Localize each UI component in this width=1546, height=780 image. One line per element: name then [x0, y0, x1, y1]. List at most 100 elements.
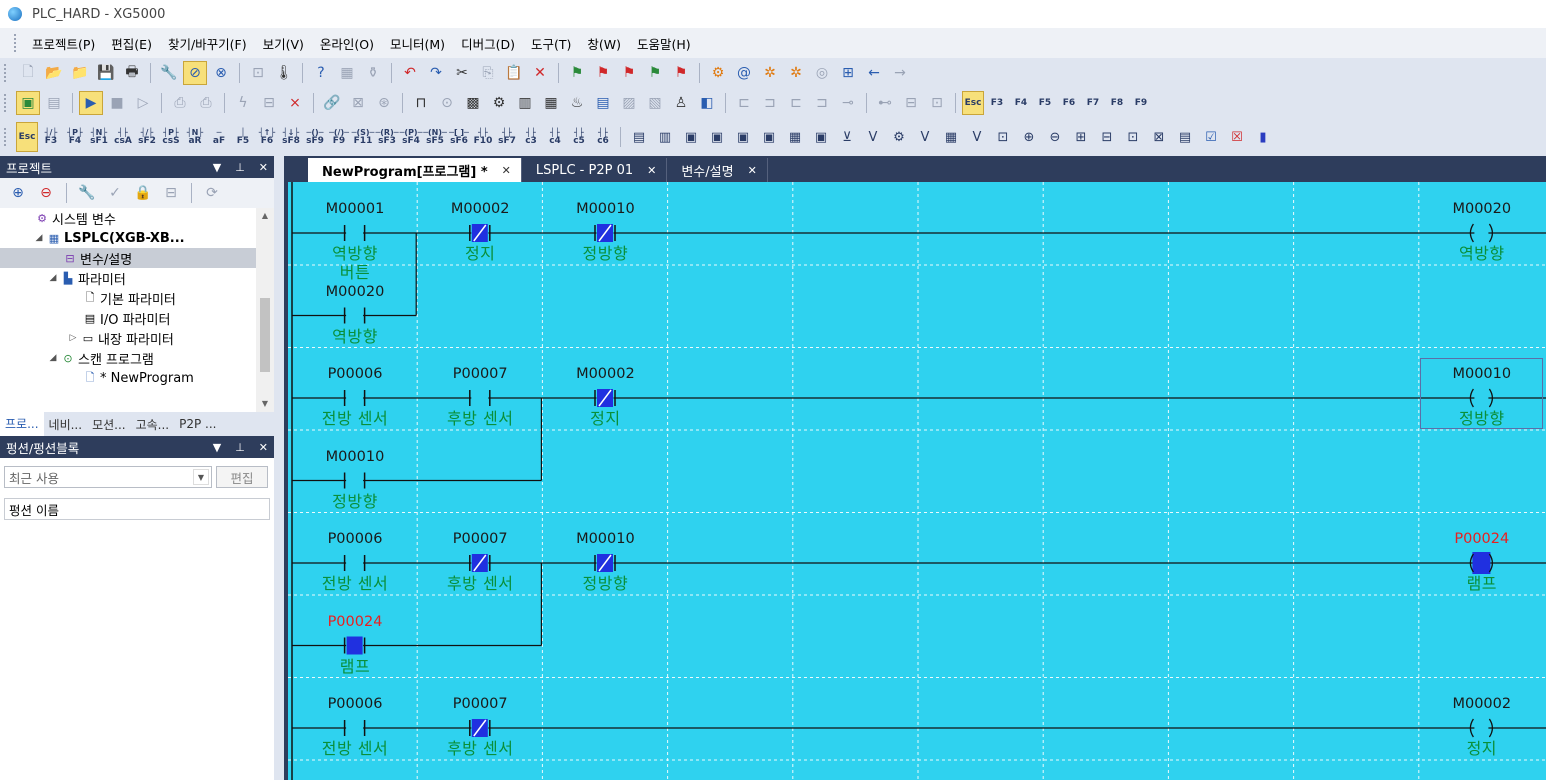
zoom-icon[interactable]: ◎	[810, 61, 834, 85]
fault-mask-icon[interactable]: ⚙	[487, 91, 511, 115]
ladder-key-sf2-button[interactable]: ┤/├ sF2	[136, 122, 158, 152]
find-icon[interactable]: ✲	[758, 61, 782, 85]
tree-item-scan-program[interactable]: ◢ ⊙ 스캔 프로그램	[0, 348, 256, 368]
back-arrow-icon[interactable]: ←	[862, 61, 886, 85]
trend-icon[interactable]: ♨	[565, 91, 589, 115]
run-icon[interactable]: ▶	[79, 91, 103, 115]
expand-icon[interactable]: ▷	[68, 333, 78, 343]
menu-view[interactable]: 보기(V)	[255, 34, 312, 53]
ladder-key-sf3-button[interactable]: ─(R)─ sF3	[375, 122, 398, 152]
key-f5-icon[interactable]: F5	[1034, 91, 1056, 115]
checkbox-icon[interactable]: ☑	[1199, 125, 1223, 149]
contact-p00007[interactable]: P00007 후방 센서	[418, 693, 543, 758]
coil-p00024[interactable]: P00024 램프	[1419, 528, 1544, 593]
view-monitor-icon[interactable]: ▣	[757, 125, 781, 149]
contact-m00010[interactable]: M00010 정방향	[293, 446, 418, 511]
add-item-icon[interactable]: ⊕	[6, 181, 30, 205]
contact-p00007[interactable]: P00007 후방 센서	[418, 363, 543, 428]
ladder-key-c6-button[interactable]: ┤├ c6	[592, 122, 614, 152]
contact-m00002[interactable]: M00002 정지	[543, 363, 668, 428]
contact-m00010[interactable]: M00010 정방향	[543, 198, 668, 263]
undo-icon[interactable]: ↶	[398, 61, 422, 85]
contact-m00001[interactable]: M00001 역방향 버튼	[293, 198, 418, 282]
step-out-icon[interactable]: ⊐	[810, 91, 834, 115]
contact-p00006[interactable]: P00006 전방 센서	[293, 363, 418, 428]
step-icon[interactable]: ⊏	[732, 91, 756, 115]
ladder-editor[interactable]: M00001 역방향 버튼 M00002 정지 M00010 정방향 M00020 역방향 M00…	[284, 182, 1546, 780]
open-folder-icon[interactable]: 📂	[42, 61, 66, 85]
v-icon[interactable]: V	[861, 125, 885, 149]
download-icon[interactable]: ⊻	[835, 125, 859, 149]
close-tab-icon[interactable]: ✕	[502, 164, 511, 177]
key-esc-icon[interactable]: Esc	[962, 91, 984, 115]
menu-monitor[interactable]: 모니터(M)	[382, 34, 453, 53]
view-il-icon[interactable]: ▥	[653, 125, 677, 149]
bookmark-clear-icon[interactable]: ⚑	[643, 61, 667, 85]
tree-item-newprogram[interactable]: 🗋 * NewProgram	[0, 368, 256, 388]
replace-icon[interactable]: ✲	[784, 61, 808, 85]
var-edit-icon[interactable]: V	[965, 125, 989, 149]
ladder-key-f11-button[interactable]: ─(S)─ F11	[352, 122, 375, 152]
view-device-icon[interactable]: ▣	[731, 125, 755, 149]
write-plc-icon[interactable]: ⎙	[168, 91, 192, 115]
io-info-icon[interactable]: ⊓	[409, 91, 433, 115]
ladder-key-c4-button[interactable]: ┤├ c4	[544, 122, 566, 152]
copy-icon[interactable]: ⎘	[476, 61, 500, 85]
link-icon[interactable]: 🔗	[320, 91, 344, 115]
pin-icon[interactable]: ⊥	[235, 161, 245, 174]
ladder-key-sf1-button[interactable]: ┤N├ sF1	[88, 122, 110, 152]
ladder-key-sf8-button[interactable]: ┤↓├ sF8	[280, 122, 302, 152]
contact-m00020[interactable]: M00020 역방향	[293, 281, 418, 346]
ladder-key-sf7-button[interactable]: ┤├ sF7	[496, 122, 518, 152]
flash-icon[interactable]: ϟ	[231, 91, 255, 115]
close-tab-icon[interactable]: ✕	[748, 164, 757, 177]
view-variable-icon[interactable]: ▣	[705, 125, 729, 149]
forward-arrow-icon[interactable]: →	[888, 61, 912, 85]
scroll-up-icon[interactable]: ▲	[256, 208, 274, 224]
zoom-in-icon[interactable]: ⊕	[1017, 125, 1041, 149]
zoom-out-icon[interactable]: ⊖	[1043, 125, 1067, 149]
save-icon[interactable]: 💾	[94, 61, 118, 85]
properties-icon[interactable]: ⊟	[159, 181, 183, 205]
online-edit-icon[interactable]: ▦	[539, 91, 563, 115]
connect-icon[interactable]: ⊘	[183, 61, 207, 85]
ladder-key-f5-button[interactable]: │ F5	[232, 122, 254, 152]
help-icon[interactable]: ?	[309, 61, 333, 85]
stop-icon[interactable]: ■	[105, 91, 129, 115]
tab-navigator[interactable]: 네비...	[44, 416, 88, 433]
tree-scrollbar[interactable]: ▲ ▼	[256, 208, 274, 412]
ladder-key-csa-button[interactable]: ┤├ csA	[112, 122, 134, 152]
key-f7-icon[interactable]: F7	[1082, 91, 1104, 115]
device-monitor-icon[interactable]: ◧	[695, 91, 719, 115]
plc-info-icon[interactable]: ⊠	[346, 91, 370, 115]
bookmark-set-icon[interactable]: ⚑	[565, 61, 589, 85]
system-monitor-icon[interactable]: ▧	[643, 91, 667, 115]
ladder-key-sf6-button[interactable]: ─[ ]─ sF6	[448, 122, 470, 152]
step-over-icon[interactable]: ⊐	[758, 91, 782, 115]
tree-item-basic-param[interactable]: 🗋 기본 파라미터	[0, 288, 256, 308]
ladder-key-esc-button[interactable]: Esc	[16, 122, 38, 152]
chevron-down-icon[interactable]: ▼	[193, 469, 209, 485]
contact-p00006[interactable]: P00006 전방 센서	[293, 528, 418, 593]
print-icon[interactable]: 🖶	[120, 61, 144, 85]
tab-newprogram[interactable]: NewProgram[프로그램] * ✕	[308, 158, 522, 182]
force-io-icon[interactable]: ⊙	[435, 91, 459, 115]
bookmark-list-icon[interactable]: ⚑	[669, 61, 693, 85]
download-icon[interactable]: ⊡	[246, 61, 270, 85]
menu-tools[interactable]: 도구(T)	[523, 34, 579, 53]
tab-motion[interactable]: 모션...	[87, 416, 131, 433]
pin-icon[interactable]: ⊥	[235, 441, 245, 454]
tree-item-parameters[interactable]: ◢ ▙ 파라미터	[0, 268, 256, 288]
view-comment-icon[interactable]: ▣	[679, 125, 703, 149]
menu-debug[interactable]: 디버그(D)	[453, 34, 523, 53]
history-icon[interactable]: ⊛	[372, 91, 396, 115]
menu-help[interactable]: 도움말(H)	[629, 34, 699, 53]
grid-icon[interactable]: ⊞	[836, 61, 860, 85]
coil-m00020[interactable]: M00020 역방향	[1419, 198, 1544, 263]
lock-icon[interactable]: 🔒	[131, 181, 155, 205]
redo-icon[interactable]: ↷	[424, 61, 448, 85]
close-tab-icon[interactable]: ✕	[647, 164, 656, 177]
monitor-stop-icon[interactable]: ▤	[42, 91, 66, 115]
ladder-key-f3-button[interactable]: ┤/├ F3	[40, 122, 62, 152]
disconnect-icon[interactable]: ⊗	[209, 61, 233, 85]
